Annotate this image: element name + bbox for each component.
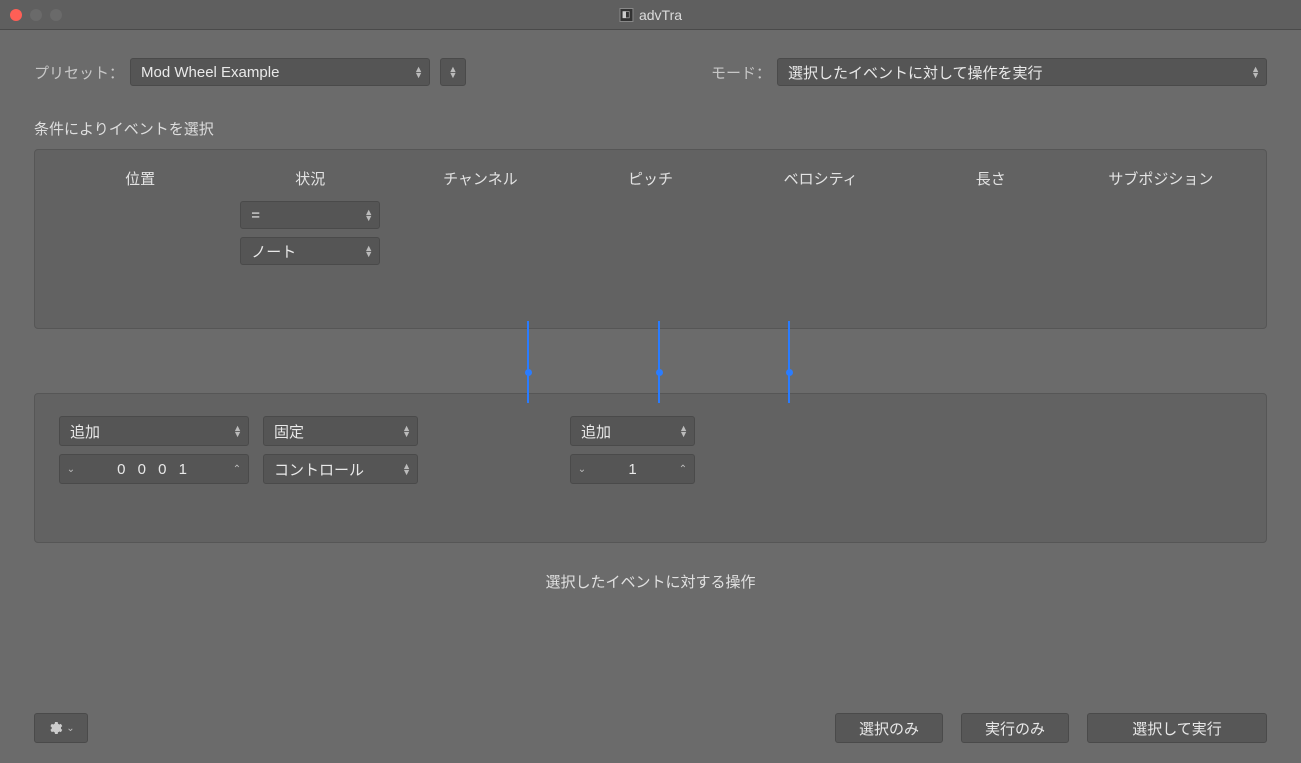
title-bar: ◧ advTra [0,0,1301,30]
execute-only-button[interactable]: 実行のみ [961,713,1069,743]
actions-caption: 選択したイベントに対する操作 [34,571,1267,592]
preset-label: プリセット： [34,62,124,83]
preset-stepper[interactable]: ▲▼ [440,58,466,86]
settings-menu-button[interactable]: ⌄ [34,713,88,743]
preset-select-value: Mod Wheel Example [141,64,279,81]
conditions-panel: 位置 状況 チャンネル ピッチ ベロシティ 長さ サブポジション = ▲▼ ノー… [34,149,1267,329]
action-col3-op-value: 追加 [581,421,611,442]
action-col1-value-spinner[interactable]: ⌄ 0 0 0 1 ⌃ [59,454,249,484]
status-value-text: ノート [251,241,296,262]
status-operator-select[interactable]: = ▲▼ [240,201,380,229]
updown-icon: ▲▼ [414,66,423,78]
updown-icon: ▲▼ [402,425,411,437]
action-col2-value-select[interactable]: コントロール ▲▼ [263,454,418,484]
chevron-down-icon[interactable]: ⌄ [60,455,82,483]
conditions-headers: 位置 状況 チャンネル ピッチ ベロシティ 長さ サブポジション [55,168,1246,189]
action-col3-value-spinner[interactable]: ⌄ 1 ⌃ [570,454,695,484]
action-col3-value: 1 [593,461,672,478]
action-col2-op-value: 固定 [274,421,304,442]
conditions-title: 条件によりイベントを選択 [34,118,1267,139]
zoom-window-icon[interactable] [50,9,62,21]
chevron-up-icon[interactable]: ⌃ [672,455,694,483]
actions-panel: 追加 ▲▼ ⌄ 0 0 0 1 ⌃ 固定 ▲▼ コントロール ▲▼ [34,393,1267,543]
header-position: 位置 [55,168,225,189]
close-window-icon[interactable] [10,9,22,21]
connector-line [658,321,660,403]
action-col1-value: 0 0 0 1 [82,461,226,478]
connectors [34,329,1267,393]
status-value-select[interactable]: ノート ▲▼ [240,237,380,265]
updown-icon: ▲▼ [1251,66,1260,78]
window-title-text: advTra [639,7,682,23]
select-and-execute-button[interactable]: 選択して実行 [1087,713,1267,743]
action-col1-op-value: 追加 [70,421,100,442]
mode-label: モード： [711,62,771,83]
updown-icon: ▲▼ [364,245,373,257]
mode-select-value: 選択したイベントに対して操作を実行 [788,62,1043,83]
mode-select[interactable]: 選択したイベントに対して操作を実行 ▲▼ [777,58,1267,86]
app-icon: ◧ [619,8,633,22]
preset-select[interactable]: Mod Wheel Example ▲▼ [130,58,430,86]
connector-line [788,321,790,403]
chevron-down-icon[interactable]: ⌄ [571,455,593,483]
header-pitch: ピッチ [565,168,735,189]
updown-icon: ▲▼ [402,463,411,475]
chevron-down-icon: ⌄ [66,723,74,734]
action-col1-op-select[interactable]: 追加 ▲▼ [59,416,249,446]
window-title: ◧ advTra [619,7,682,23]
header-subposition: サブポジション [1076,168,1246,189]
updown-icon: ▲▼ [679,425,688,437]
select-only-button[interactable]: 選択のみ [835,713,943,743]
gear-icon [47,720,63,736]
status-operator-value: = [251,207,260,224]
header-channel: チャンネル [395,168,565,189]
updown-icon: ▲▼ [233,425,242,437]
window-controls [10,9,62,21]
header-velocity: ベロシティ [736,168,906,189]
header-status: 状況 [225,168,395,189]
connector-line [527,321,529,403]
minimize-window-icon[interactable] [30,9,42,21]
action-col2-value: コントロール [274,459,364,480]
header-length: 長さ [906,168,1076,189]
updown-icon: ▲▼ [364,209,373,221]
chevron-up-icon[interactable]: ⌃ [226,455,248,483]
action-col2-op-select[interactable]: 固定 ▲▼ [263,416,418,446]
action-col3-op-select[interactable]: 追加 ▲▼ [570,416,695,446]
